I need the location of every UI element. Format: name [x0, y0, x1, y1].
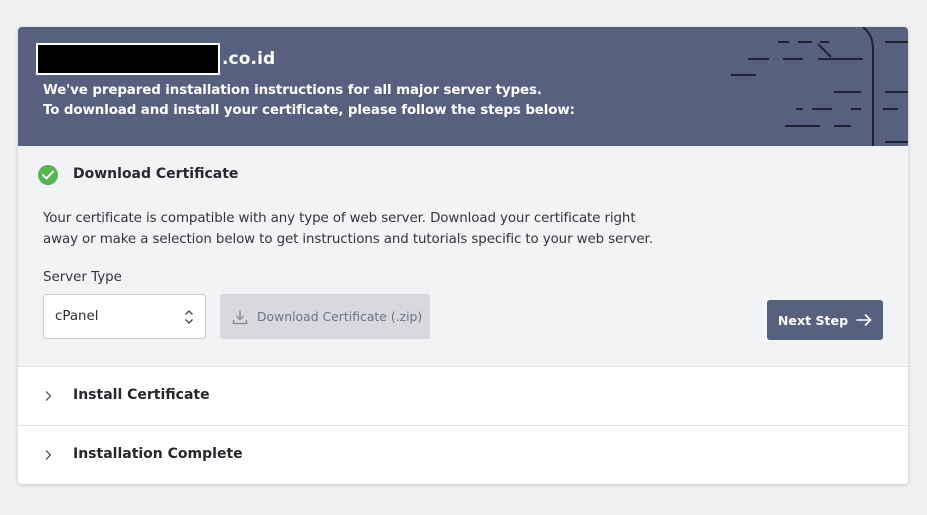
step-title: Installation Complete [73, 446, 243, 462]
select-updown-icon [185, 310, 193, 324]
server-type-value: cPanel [55, 309, 99, 324]
chevron-right-icon [45, 391, 52, 401]
chevron-right-icon [45, 450, 52, 460]
step-title[interactable]: Download Certificate [73, 166, 238, 182]
header-intro-line-1: We've prepared installation instructions… [43, 83, 542, 98]
header-intro-line-2: To download and install your certificate… [43, 103, 575, 118]
step-description-line-2: away or make a selection below to get in… [43, 231, 653, 247]
next-step-button[interactable]: Next Step [767, 300, 883, 340]
check-circle-icon [38, 165, 58, 185]
redacted-domain-block [36, 43, 220, 75]
download-button-label: Download Certificate (.zip) [257, 309, 423, 324]
server-type-select[interactable]: cPanel [43, 294, 206, 339]
card-header: .co.id We've prepared installation instr… [18, 27, 908, 146]
download-icon [232, 310, 248, 324]
domain-suffix: .co.id [222, 49, 276, 69]
step-installation-complete[interactable]: Installation Complete [18, 426, 908, 484]
server-type-label: Server Type [43, 270, 122, 285]
circuit-decoration-graphic [731, 27, 908, 146]
domain-title: .co.id [36, 43, 275, 75]
step-install-certificate[interactable]: Install Certificate [18, 367, 908, 426]
download-certificate-button[interactable]: Download Certificate (.zip) [220, 294, 430, 339]
next-step-label: Next Step [777, 312, 849, 328]
step-title: Install Certificate [73, 387, 210, 403]
step-download-certificate: Download Certificate Your certificate is… [18, 146, 908, 367]
certificate-install-card: .co.id We've prepared installation instr… [18, 27, 908, 484]
step-description-line-1: Your certificate is compatible with any … [43, 211, 636, 226]
arrow-right-icon [856, 314, 872, 326]
step-description: Your certificate is compatible with any … [43, 209, 653, 250]
